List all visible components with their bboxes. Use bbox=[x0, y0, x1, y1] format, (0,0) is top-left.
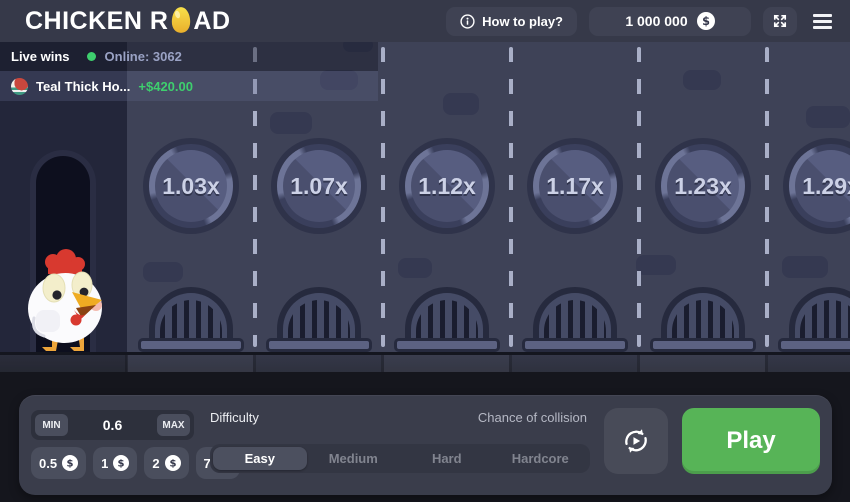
svg-text:$: $ bbox=[67, 459, 74, 470]
bet-value[interactable]: 0.6 bbox=[103, 417, 122, 433]
grate-base bbox=[266, 338, 372, 352]
sewer-grate-icon bbox=[533, 287, 617, 341]
multiplier-manhole[interactable]: 1.12x bbox=[399, 138, 495, 234]
chance-of-collision-label: Chance of collision bbox=[379, 410, 587, 425]
menu-button[interactable] bbox=[809, 10, 836, 33]
bet-amount-control: MIN 0.6 MAX bbox=[31, 410, 194, 440]
difficulty-tab-hardcore[interactable]: Hardcore bbox=[494, 447, 588, 470]
multiplier-manhole[interactable]: 1.03x bbox=[143, 138, 239, 234]
info-icon bbox=[460, 14, 475, 29]
game-area: 1.03x 1.07x 1.12x 1.17x 1.23x 1.29x bbox=[0, 42, 850, 372]
live-wins-label: Live wins bbox=[11, 49, 70, 64]
grate-base bbox=[138, 338, 244, 352]
menu-icon bbox=[813, 14, 832, 17]
lane: 1.12x bbox=[383, 42, 511, 352]
grate-bars bbox=[288, 300, 350, 341]
grate-bars bbox=[800, 300, 850, 341]
grate-bars bbox=[160, 300, 222, 341]
dollar-coin-icon: $ bbox=[62, 455, 78, 471]
difficulty-tab-medium[interactable]: Medium bbox=[307, 447, 401, 470]
chicken-character[interactable] bbox=[22, 248, 110, 357]
controls-area: MIN 0.6 MAX 0.5 $ 1 $ 2 $ 7 $ Difficulty… bbox=[0, 372, 850, 502]
chicken-road-app: CHICKEN R AD How to play? 1 000 000 bbox=[0, 0, 850, 502]
autoplay-button[interactable] bbox=[604, 408, 668, 474]
chip-amount: 0.5 bbox=[39, 456, 57, 471]
chip-row: 0.5 $ 1 $ 2 $ 7 $ bbox=[31, 447, 240, 479]
sewer-grate-icon bbox=[661, 287, 745, 341]
logo-text-left: CHICKEN R bbox=[25, 7, 168, 36]
multiplier-manhole[interactable]: 1.23x bbox=[655, 138, 751, 234]
svg-text:$: $ bbox=[169, 459, 176, 470]
difficulty-tabs: EasyMediumHardHardcore bbox=[210, 444, 590, 473]
svg-text:$: $ bbox=[702, 15, 710, 28]
chip-amount: 1 bbox=[101, 456, 108, 471]
grate-base bbox=[650, 338, 756, 352]
chip-button[interactable]: 2 $ bbox=[144, 447, 188, 479]
dollar-coin-icon: $ bbox=[165, 455, 181, 471]
difficulty-label: Difficulty bbox=[210, 410, 259, 425]
multiplier-label: 1.03x bbox=[143, 138, 239, 234]
lane: 1.29x bbox=[767, 42, 850, 352]
sidewalk-left bbox=[0, 352, 127, 372]
dollar-coin-icon: $ bbox=[697, 12, 715, 30]
grate-base bbox=[778, 338, 850, 352]
balance-value: 1 000 000 bbox=[625, 13, 687, 29]
logo-text-right: AD bbox=[193, 7, 230, 36]
egg-icon bbox=[170, 6, 192, 34]
sewer-grate-icon bbox=[789, 287, 850, 341]
sewer-grate-icon bbox=[277, 287, 361, 341]
dollar-coin-icon: $ bbox=[113, 455, 129, 471]
difficulty-tab-hard[interactable]: Hard bbox=[400, 447, 494, 470]
chip-amount: 2 bbox=[152, 456, 159, 471]
win-amount: +$420.00 bbox=[138, 79, 193, 94]
multiplier-manhole[interactable]: 1.07x bbox=[271, 138, 367, 234]
grate-base bbox=[522, 338, 628, 352]
grate-bars bbox=[544, 300, 606, 341]
multiplier-label: 1.12x bbox=[399, 138, 495, 234]
live-win-entry[interactable]: Teal Thick Ho... +$420.00 bbox=[0, 71, 378, 101]
svg-text:$: $ bbox=[118, 459, 125, 470]
lane: 1.17x bbox=[511, 42, 639, 352]
player-avatar bbox=[11, 78, 28, 95]
max-bet-button[interactable]: MAX bbox=[157, 414, 190, 436]
live-wins-bar: Live wins Online: 3062 bbox=[0, 42, 378, 71]
app-logo: CHICKEN R AD bbox=[25, 6, 231, 36]
online-dot-icon bbox=[87, 52, 96, 61]
sidewalk bbox=[0, 352, 850, 372]
chip-button[interactable]: 0.5 $ bbox=[31, 447, 86, 479]
multiplier-label: 1.17x bbox=[527, 138, 623, 234]
grate-bars bbox=[672, 300, 734, 341]
multiplier-label: 1.29x bbox=[783, 138, 850, 234]
lane: 1.23x bbox=[639, 42, 767, 352]
player-name: Teal Thick Ho... bbox=[36, 79, 130, 94]
online-count: Online: 3062 bbox=[105, 49, 182, 64]
multiplier-manhole[interactable]: 1.17x bbox=[527, 138, 623, 234]
sewer-grate-icon bbox=[405, 287, 489, 341]
multiplier-manhole[interactable]: 1.29x bbox=[783, 138, 850, 234]
chip-button[interactable]: 1 $ bbox=[93, 447, 137, 479]
header-actions: How to play? 1 000 000 $ bbox=[446, 7, 836, 36]
grate-base bbox=[394, 338, 500, 352]
multiplier-label: 1.23x bbox=[655, 138, 751, 234]
how-to-play-label: How to play? bbox=[482, 14, 563, 29]
min-bet-button[interactable]: MIN bbox=[35, 414, 68, 436]
multiplier-label: 1.07x bbox=[271, 138, 367, 234]
how-to-play-button[interactable]: How to play? bbox=[446, 7, 577, 36]
header: CHICKEN R AD How to play? 1 000 000 bbox=[0, 0, 850, 42]
control-panel: MIN 0.6 MAX 0.5 $ 1 $ 2 $ 7 $ Difficulty… bbox=[19, 395, 832, 495]
difficulty-tab-easy[interactable]: Easy bbox=[213, 447, 307, 470]
fullscreen-icon bbox=[772, 13, 788, 29]
grate-bars bbox=[416, 300, 478, 341]
fullscreen-button[interactable] bbox=[763, 7, 797, 36]
autoplay-icon bbox=[621, 426, 651, 456]
play-button[interactable]: Play bbox=[682, 408, 820, 474]
balance-display[interactable]: 1 000 000 $ bbox=[589, 7, 751, 36]
sewer-grate-icon bbox=[149, 287, 233, 341]
